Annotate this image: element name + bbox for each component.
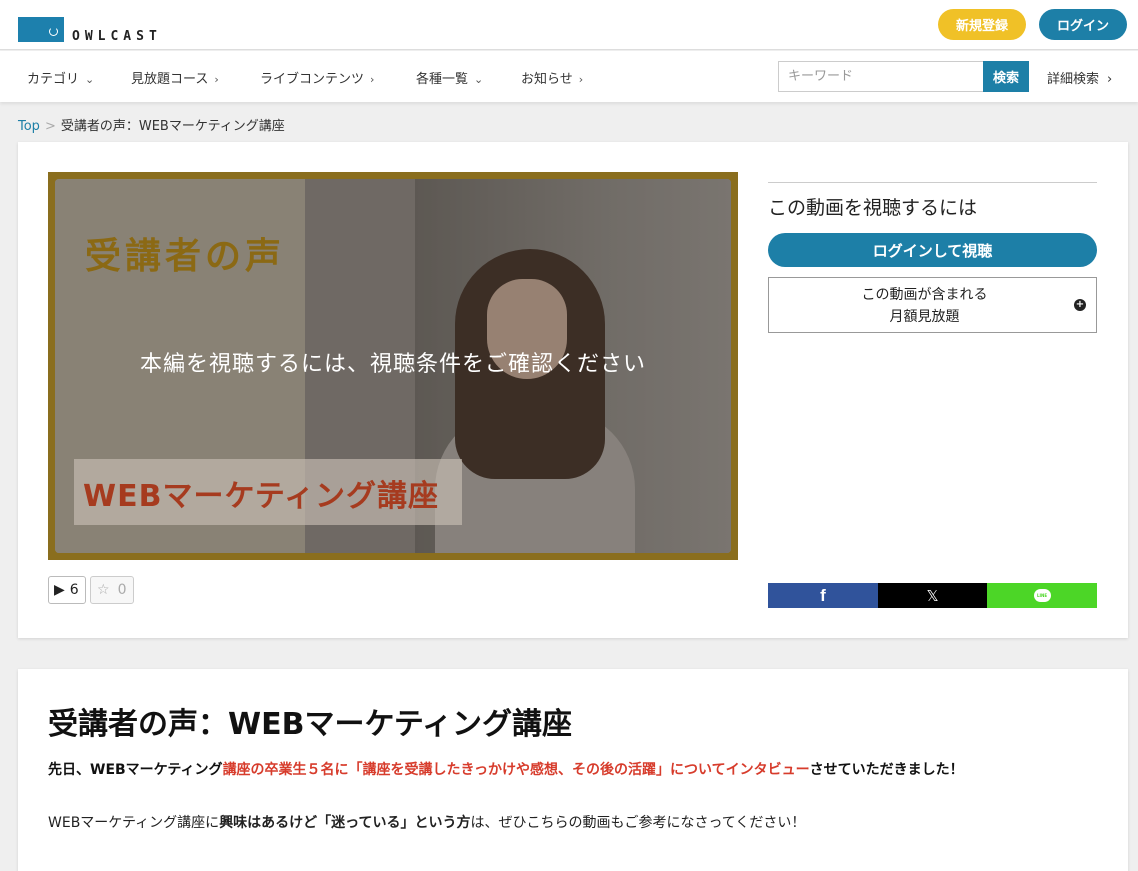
facebook-icon: f xyxy=(820,585,826,605)
article-body: WEBマーケティング講座に興味はあるけど「迷っている」という方は、ぜひこちらの動… xyxy=(48,815,806,831)
chevron-right-icon: › xyxy=(578,73,584,86)
page-title: 受講者の声：WEBマーケティング講座 xyxy=(48,707,573,742)
share-line-button[interactable]: LINE xyxy=(987,583,1097,608)
video-access-message: 本編を視聴するには、視聴条件をご確認ください xyxy=(139,352,646,377)
plus-circle-icon: + xyxy=(1074,299,1086,311)
video-card: 受講者の声 WEBマーケティング講座 本編を視聴するには、視聴条件をご確認くださ… xyxy=(18,142,1128,638)
play-icon: ▶ xyxy=(54,582,65,598)
lead-highlight: 講座の卒業生５名に「講座を受講したきっかけや感想、その後の活躍」についてインタビ… xyxy=(222,762,810,778)
nav-label: お知らせ xyxy=(521,72,573,87)
chevron-down-icon: ⌄ xyxy=(474,73,484,86)
breadcrumb-separator: > xyxy=(44,119,56,134)
video-thumbnail: 受講者の声 WEBマーケティング講座 本編を視聴するには、視聴条件をご確認くださ… xyxy=(55,179,731,553)
star-icon: ☆ xyxy=(97,582,110,598)
main-nav: カテゴリ ⌄ 見放題コース › ライブコンテンツ › 各種一覧 ⌄ お知らせ › 検索 詳… xyxy=(0,51,1138,102)
video-title-overlay: 受講者の声 xyxy=(85,236,286,277)
nav-item-live-content[interactable]: ライブコンテンツ › xyxy=(260,68,374,87)
site-logo[interactable]: OWLCAST xyxy=(18,17,162,44)
play-count-badge: ▶ 6 xyxy=(48,576,86,604)
divider xyxy=(768,182,1097,183)
nav-item-category[interactable]: カテゴリ ⌄ xyxy=(27,68,94,87)
plan-line-1: この動画が含まれる xyxy=(861,287,988,303)
breadcrumb: Top > 受講者の声：WEBマーケティング講座 xyxy=(18,115,285,134)
article-lead: 先日、WEBマーケティング講座の卒業生５名に「講座を受講したきっかけや感想、その… xyxy=(48,762,964,778)
article-card: 受講者の声：WEBマーケティング講座 先日、WEBマーケティング講座の卒業生５名… xyxy=(18,669,1128,871)
body-emphasis: 興味はあるけど「迷っている」という方 xyxy=(219,815,471,831)
watch-heading: この動画を視聴するには xyxy=(768,197,978,219)
chevron-down-icon: ⌄ xyxy=(85,73,95,86)
login-to-watch-button[interactable]: ログインして視聴 xyxy=(768,233,1097,267)
logo-text: OWLCAST xyxy=(72,29,162,44)
breadcrumb-top-link[interactable]: Top xyxy=(18,119,40,134)
video-player[interactable]: 受講者の声 WEBマーケティング講座 本編を視聴するには、視聴条件をご確認くださ… xyxy=(48,172,738,560)
x-icon: 𝕏 xyxy=(926,586,939,605)
login-button[interactable]: ログイン xyxy=(1039,9,1127,40)
search-button[interactable]: 検索 xyxy=(983,61,1029,92)
favorite-count: 0 xyxy=(117,582,127,598)
play-count: 6 xyxy=(69,582,79,598)
share-facebook-button[interactable]: f xyxy=(768,583,878,608)
plan-line-2: 月額見放題 xyxy=(889,309,960,325)
advanced-search-label: 詳細検索 xyxy=(1047,72,1100,87)
site-header: OWLCAST 新規登録 ログイン xyxy=(0,0,1138,50)
advanced-search-link[interactable]: 詳細検索 › xyxy=(1047,68,1112,87)
nav-label: カテゴリ xyxy=(27,72,80,87)
nav-label: 見放題コース xyxy=(131,72,209,87)
nav-item-news[interactable]: お知らせ › xyxy=(521,68,583,87)
share-x-button[interactable]: 𝕏 xyxy=(878,583,987,608)
breadcrumb-current: 受講者の声：WEBマーケティング講座 xyxy=(60,119,285,134)
nav-item-unlimited-course[interactable]: 見放題コース › xyxy=(131,68,219,87)
logo-mark xyxy=(18,17,64,42)
signup-button[interactable]: 新規登録 xyxy=(938,9,1026,40)
video-subtitle-overlay: WEBマーケティング講座 xyxy=(83,479,440,514)
favorite-button[interactable]: ☆ 0 xyxy=(90,576,134,604)
nav-label: ライブコンテンツ xyxy=(260,72,365,87)
nav-item-lists[interactable]: 各種一覧 ⌄ xyxy=(416,68,483,87)
chevron-right-icon: › xyxy=(370,73,375,86)
nav-label: 各種一覧 xyxy=(416,72,469,87)
search-input[interactable] xyxy=(778,61,984,92)
subscription-plan-button[interactable]: この動画が含まれる 月額見放題 + xyxy=(768,277,1097,333)
chevron-right-icon: › xyxy=(214,73,219,86)
chevron-right-icon: › xyxy=(1107,72,1113,87)
line-icon: LINE xyxy=(1033,589,1051,602)
